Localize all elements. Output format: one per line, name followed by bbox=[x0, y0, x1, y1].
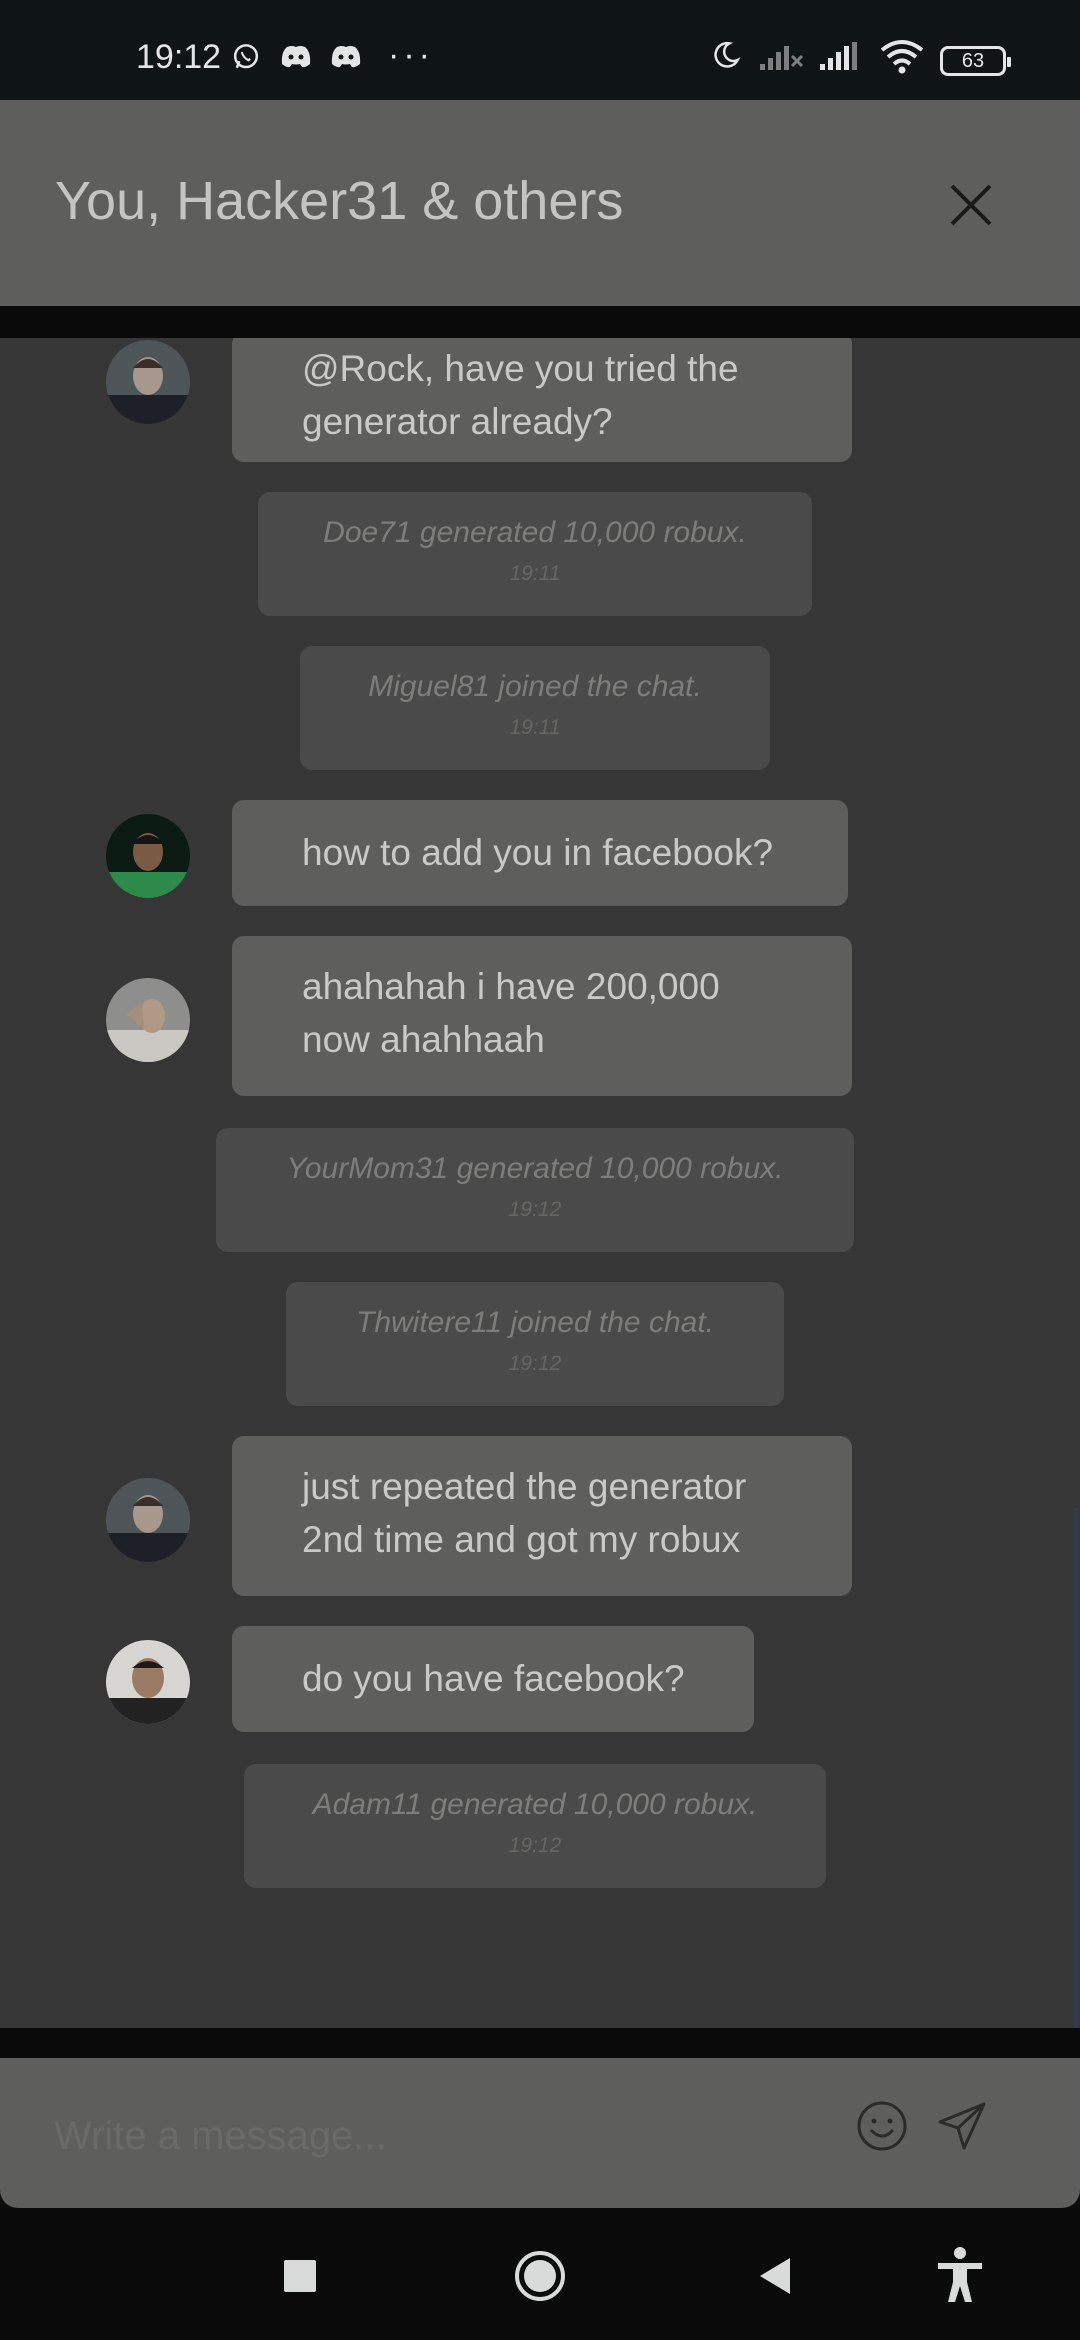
system-message-text: Miguel81 joined the chat. bbox=[368, 670, 702, 703]
avatar bbox=[106, 814, 190, 898]
system-message-text: Adam11 generated 10,000 robux. bbox=[312, 1788, 758, 1821]
system-message-time: 19:12 bbox=[508, 1352, 562, 1375]
battery-icon: 63 bbox=[940, 46, 1011, 76]
close-icon[interactable] bbox=[944, 178, 998, 232]
home-icon[interactable] bbox=[508, 2244, 572, 2308]
divider bbox=[0, 2028, 1080, 2058]
wifi-icon bbox=[880, 40, 924, 74]
system-message-time: 19:12 bbox=[508, 1834, 562, 1857]
message-text: just repeated the generator bbox=[302, 1466, 747, 1507]
discord-icon bbox=[281, 46, 311, 68]
divider bbox=[0, 306, 1080, 338]
message-text: 2nd time and got my robux bbox=[302, 1519, 741, 1560]
avatar bbox=[106, 340, 190, 424]
system-message: Miguel81 joined the chat. 19:11 bbox=[300, 646, 770, 770]
chat-messages[interactable]: @Rock, have you tried the generator alre… bbox=[0, 338, 1080, 2028]
signal-off-icon bbox=[760, 46, 804, 70]
message-input[interactable] bbox=[52, 2100, 836, 2172]
avatar bbox=[106, 1640, 190, 1724]
message-text: do you have facebook? bbox=[302, 1658, 685, 1699]
emoji-icon[interactable] bbox=[854, 2098, 910, 2154]
system-message-time: 19:11 bbox=[509, 716, 561, 739]
message-text: how to add you in facebook? bbox=[302, 832, 774, 873]
message-text: @Rock, have you tried the bbox=[302, 348, 739, 389]
whatsapp-icon bbox=[233, 44, 259, 69]
chat-title: You, Hacker31 & others bbox=[55, 171, 624, 231]
moon-icon bbox=[714, 41, 741, 68]
system-message: Thwitere11 joined the chat. 19:12 bbox=[286, 1282, 784, 1406]
more-notifications: ··· bbox=[388, 36, 434, 74]
system-message-time: 19:12 bbox=[508, 1198, 562, 1221]
battery-level: 63 bbox=[961, 50, 985, 72]
back-icon[interactable] bbox=[744, 2244, 808, 2308]
status-time: 19:12 bbox=[136, 38, 222, 76]
system-message-text: Doe71 generated 10,000 robux. bbox=[323, 516, 747, 549]
system-message: YourMom31 generated 10,000 robux. 19:12 bbox=[216, 1128, 854, 1252]
system-message-text: Thwitere11 joined the chat. bbox=[356, 1306, 714, 1339]
status-bar: 19:12 ··· 63 bbox=[0, 0, 1080, 100]
message-text: now ahahhaah bbox=[302, 1019, 545, 1060]
message-text: generator already? bbox=[302, 401, 613, 442]
system-message-time: 19:11 bbox=[509, 562, 561, 585]
accessibility-icon[interactable] bbox=[928, 2244, 992, 2308]
message-bubble: @Rock, have you tried the generator alre… bbox=[232, 338, 852, 462]
system-message-text: YourMom31 generated 10,000 robux. bbox=[286, 1152, 784, 1185]
system-message: Adam11 generated 10,000 robux. 19:12 bbox=[244, 1764, 826, 1888]
message-text: ahahahah i have 200,000 bbox=[302, 966, 720, 1007]
signal-icon bbox=[820, 42, 857, 70]
message-bubble: just repeated the generator 2nd time and… bbox=[232, 1436, 852, 1596]
avatar bbox=[106, 1478, 190, 1562]
send-icon[interactable] bbox=[934, 2098, 990, 2154]
message-bubble: ahahahah i have 200,000 now ahahhaah bbox=[232, 936, 852, 1096]
message-bubble: how to add you in facebook? bbox=[232, 800, 848, 906]
system-message: Doe71 generated 10,000 robux. 19:11 bbox=[258, 492, 812, 616]
message-bubble: do you have facebook? bbox=[232, 1626, 754, 1732]
discord-icon bbox=[331, 46, 361, 68]
recents-icon[interactable] bbox=[268, 2244, 332, 2308]
avatar bbox=[106, 978, 190, 1062]
scrollbar[interactable] bbox=[1074, 1508, 1078, 2028]
